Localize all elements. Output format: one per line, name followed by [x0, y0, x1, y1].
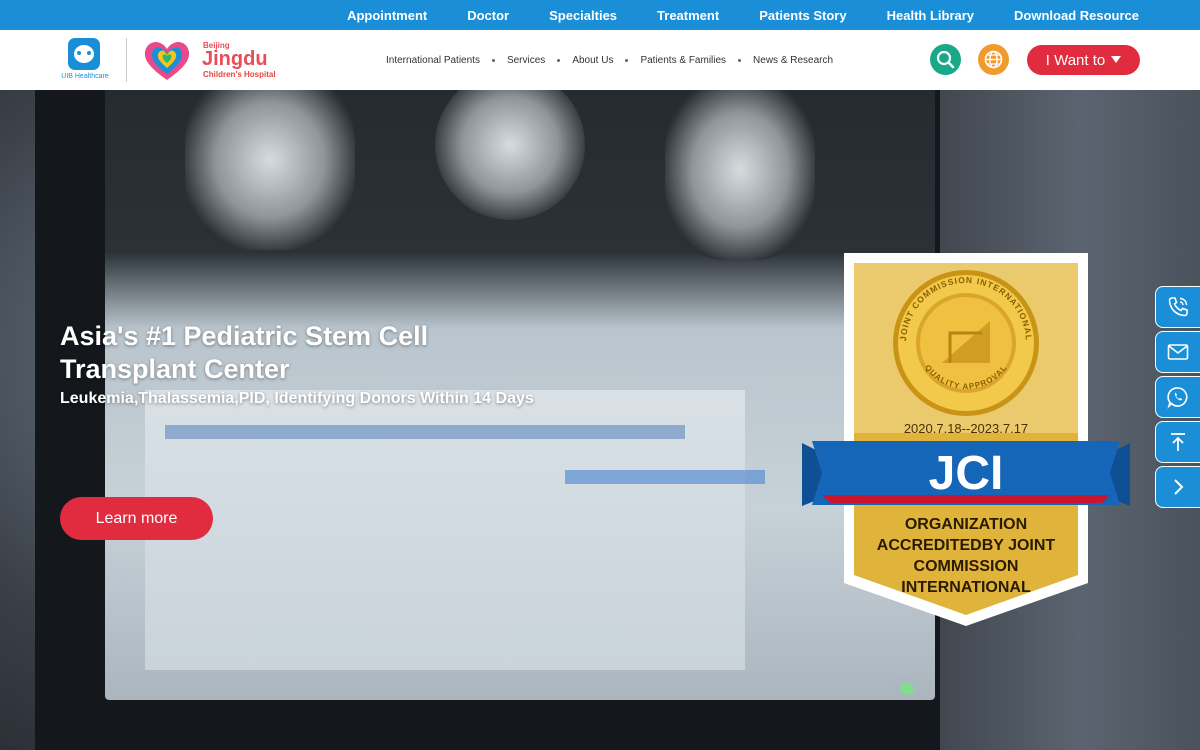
whatsapp-button[interactable] — [1155, 376, 1200, 418]
top-link-doctor[interactable]: Doctor — [467, 8, 509, 23]
nav-separator — [557, 58, 561, 62]
floating-contact-bar — [1155, 286, 1200, 511]
hospital-subtitle: Children's Hospital — [203, 70, 276, 79]
top-link-appointment[interactable]: Appointment — [347, 8, 427, 23]
nav-patients-families[interactable]: Patients & Families — [640, 55, 726, 66]
nav-international-patients[interactable]: International Patients — [386, 55, 480, 66]
table-row — [165, 425, 685, 439]
top-link-specialties[interactable]: Specialties — [549, 8, 617, 23]
nav-about-us[interactable]: About Us — [572, 55, 613, 66]
phone-icon — [1168, 297, 1188, 317]
uib-logo[interactable]: UIB Healthcare — [58, 38, 112, 86]
mail-icon — [1167, 344, 1189, 360]
nav-separator — [738, 58, 742, 62]
jci-line-2: ACCREDITEDBY JOINT — [877, 537, 1056, 554]
jci-accreditation-badge: JOINT COMMISSION INTERNATIONAL QUALITY A… — [802, 253, 1130, 626]
mri-scan-1 — [185, 90, 355, 250]
top-link-download-resource[interactable]: Download Resource — [1014, 8, 1139, 23]
language-button[interactable] — [978, 44, 1009, 75]
learn-more-button[interactable]: Learn more — [60, 497, 213, 540]
globe-icon — [984, 50, 1003, 69]
jci-dates: 2020.7.18--2023.7.17 — [904, 421, 1028, 436]
mri-scan-2 — [435, 90, 585, 220]
hospital-logo[interactable]: Beijing Jingdu Children's Hospital — [142, 38, 282, 84]
search-button[interactable] — [930, 44, 961, 75]
uib-logo-text: UIB Healthcare — [61, 73, 109, 80]
back-to-top-icon — [1171, 433, 1185, 451]
heart-logo-icon — [144, 42, 190, 80]
nav-news-research[interactable]: News & Research — [753, 55, 833, 66]
hero-subtitle: Leukemia,Thalassemia,PID, Identifying Do… — [60, 390, 534, 407]
back-to-top-button[interactable] — [1155, 421, 1200, 463]
logo-divider — [126, 38, 127, 82]
nav-services[interactable]: Services — [507, 55, 545, 66]
i-want-to-label: I Want to — [1045, 51, 1106, 69]
chevron-right-icon — [1174, 479, 1184, 495]
top-utility-bar: Appointment Doctor Specialties Treatment… — [0, 0, 1200, 30]
hospital-brand: Jingdu — [202, 48, 268, 71]
mri-scan-3 — [665, 90, 815, 260]
hero-banner: Asia's #1 Pediatric Stem Cell Transplant… — [0, 90, 1200, 750]
expand-button[interactable] — [1155, 466, 1200, 508]
jci-label: JCI — [929, 447, 1004, 500]
uib-eye-right — [87, 51, 91, 55]
monitor-table — [145, 390, 765, 670]
jci-line-1: ORGANIZATION — [905, 516, 1027, 533]
i-want-to-dropdown[interactable]: I Want to — [1027, 45, 1140, 75]
search-icon — [936, 50, 955, 69]
power-led — [901, 684, 913, 694]
caret-down-icon — [1111, 56, 1122, 63]
top-links: Appointment Doctor Specialties Treatment… — [307, 0, 1139, 30]
main-nav: International Patients Services About Us… — [386, 30, 833, 90]
nav-separator — [491, 58, 495, 62]
email-button[interactable] — [1155, 331, 1200, 373]
top-link-patients-story[interactable]: Patients Story — [759, 8, 846, 23]
hero-title: Asia's #1 Pediatric Stem Cell Transplant… — [60, 321, 429, 384]
main-header: UIB Healthcare Beijing Jingdu Children's… — [0, 30, 1200, 90]
jci-line-4: INTERNATIONAL — [901, 579, 1031, 596]
nav-separator — [625, 58, 629, 62]
table-row — [565, 470, 765, 484]
jci-line-3: COMMISSION — [914, 558, 1019, 575]
phone-button[interactable] — [1155, 286, 1200, 328]
top-link-treatment[interactable]: Treatment — [657, 8, 719, 23]
brand-text: Jingdu — [202, 48, 268, 70]
top-link-health-library[interactable]: Health Library — [887, 8, 974, 23]
uib-eye-left — [77, 51, 81, 55]
whatsapp-icon — [1167, 387, 1188, 409]
